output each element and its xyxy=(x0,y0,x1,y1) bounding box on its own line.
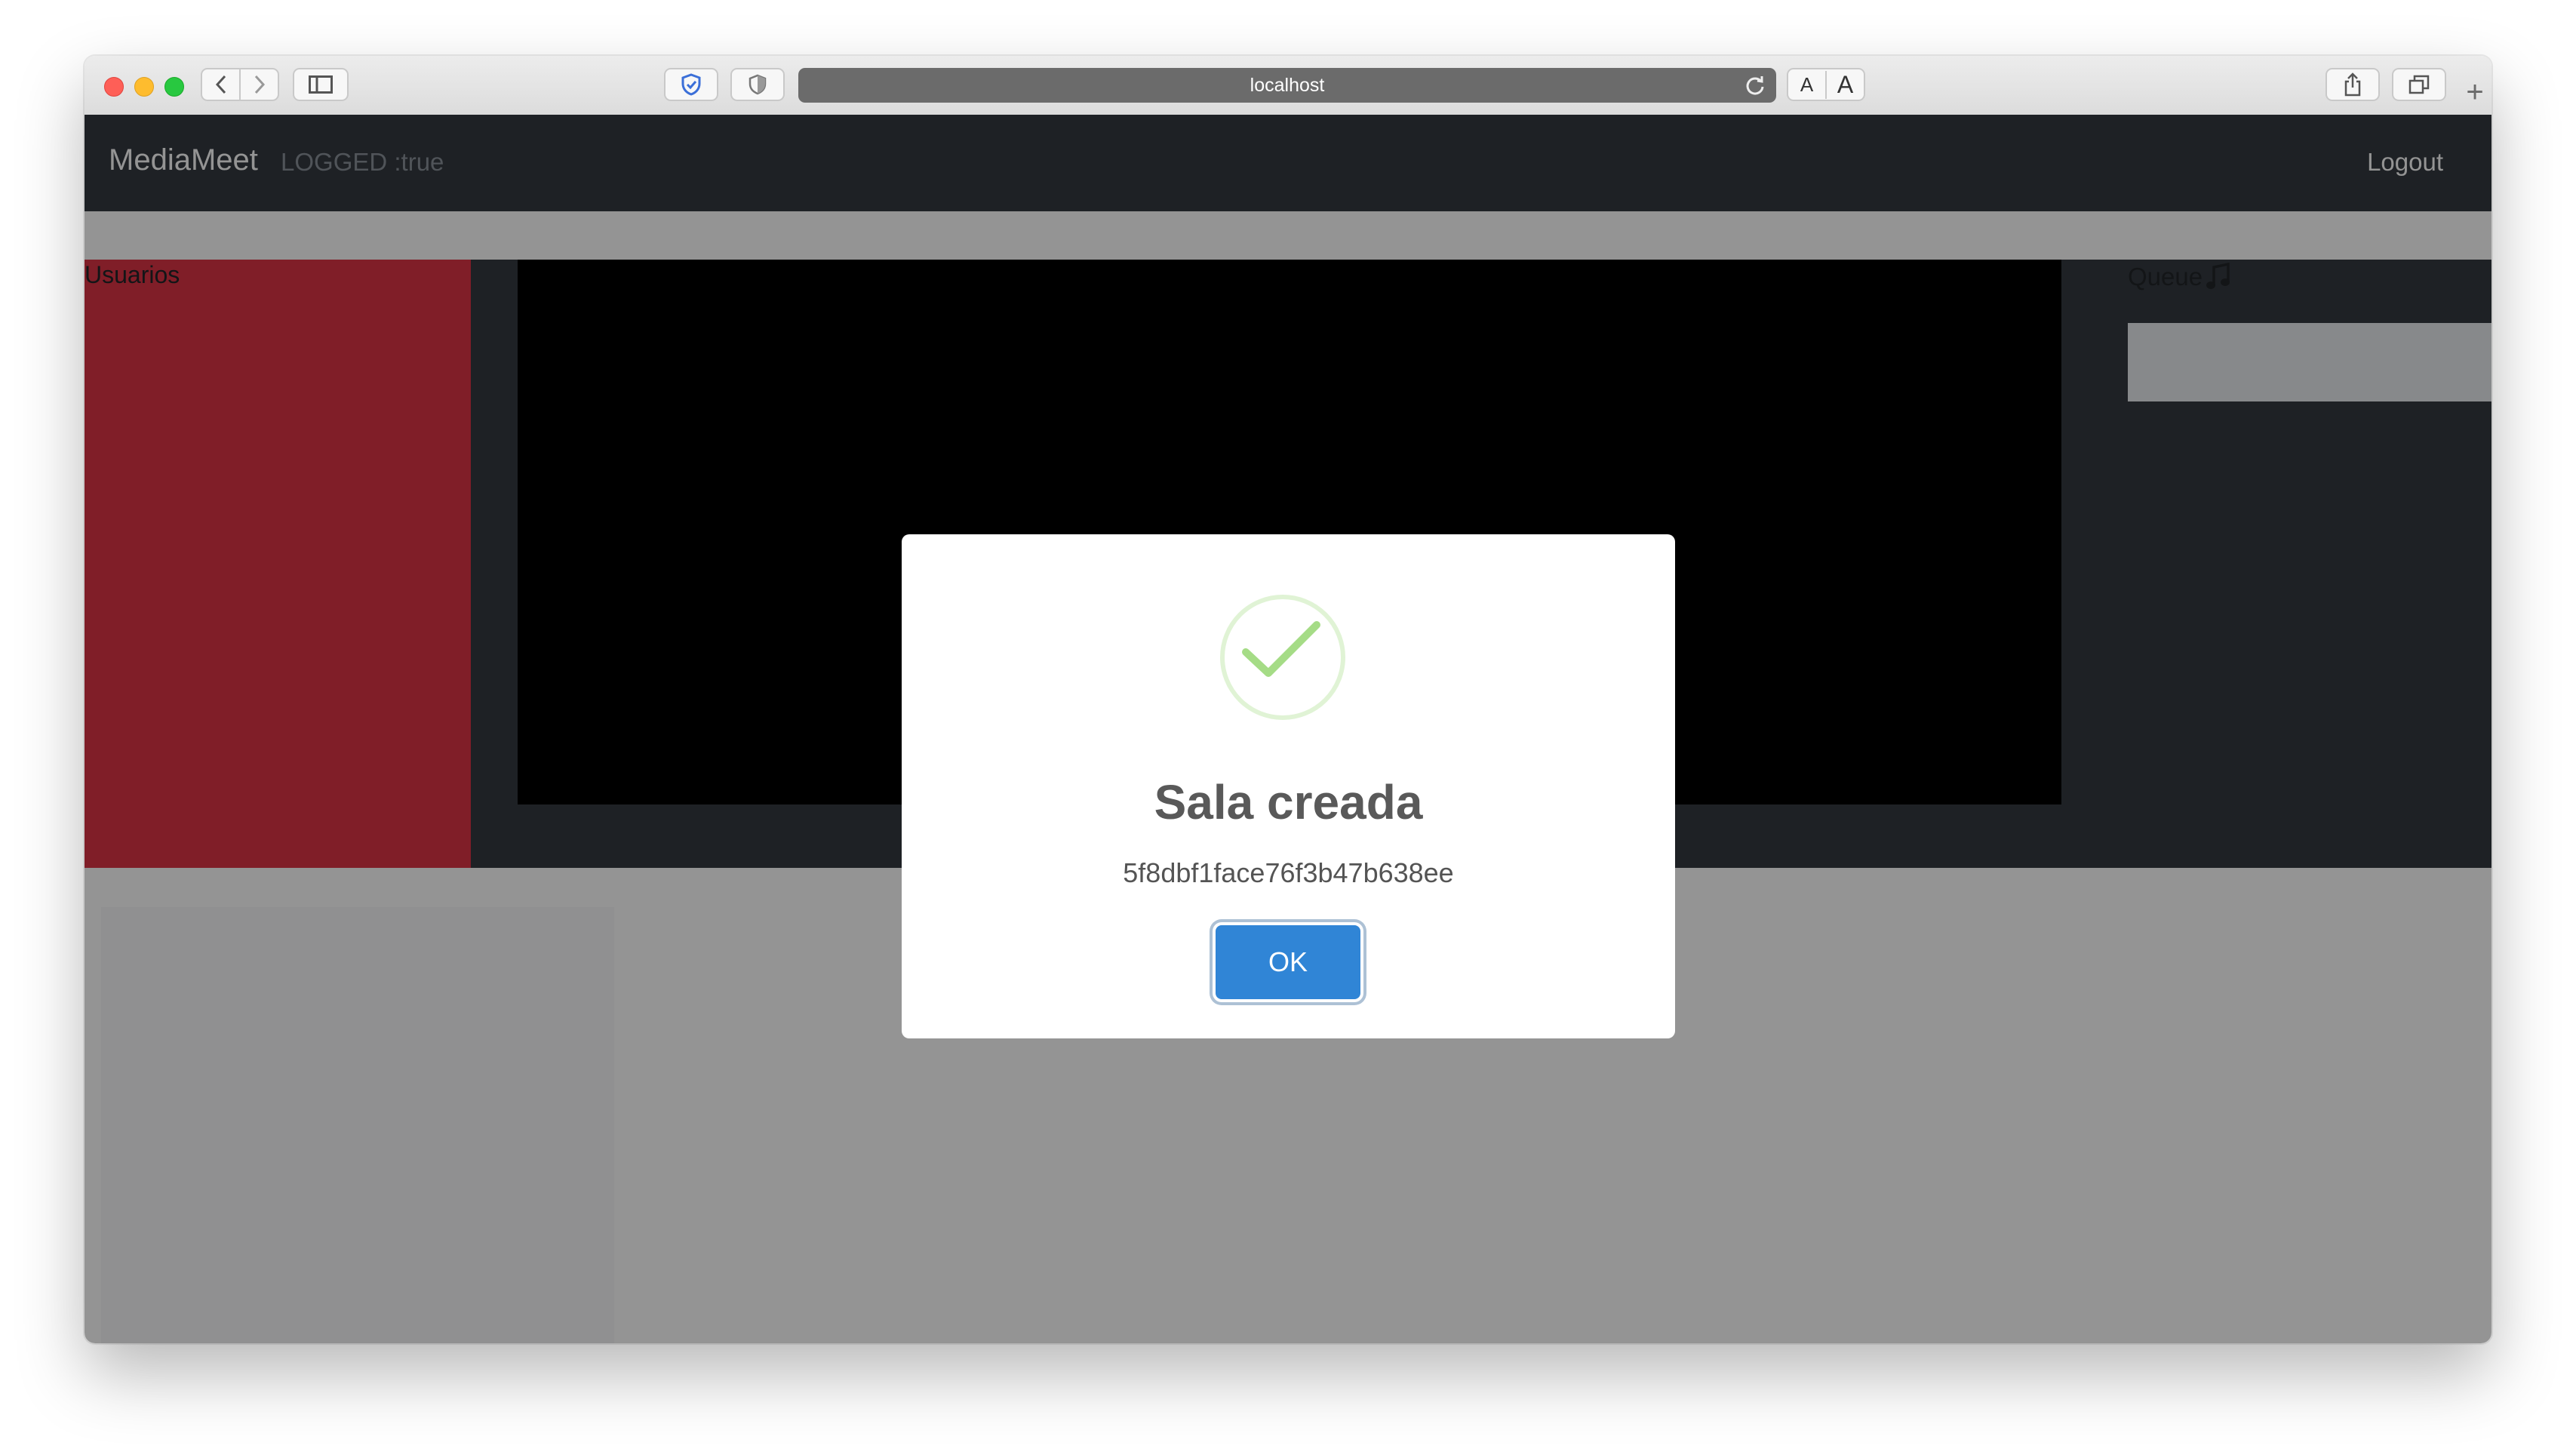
shield-check-icon xyxy=(681,73,701,96)
privacy-shield-icon xyxy=(749,74,767,95)
share-icon xyxy=(2344,72,2361,97)
minimize-window-button[interactable] xyxy=(134,77,154,97)
chevron-right-icon xyxy=(254,75,265,94)
new-tab-button[interactable]: + xyxy=(2458,69,2491,115)
forward-button[interactable] xyxy=(239,69,278,100)
sidebar-icon xyxy=(309,75,333,94)
privacy-report-button[interactable] xyxy=(730,68,785,101)
text-size-group: A A xyxy=(1787,68,1865,101)
dialog-title: Sala creada xyxy=(1154,775,1423,829)
back-button[interactable] xyxy=(202,69,239,100)
close-window-button[interactable] xyxy=(104,77,124,97)
address-bar[interactable]: localhost xyxy=(798,68,1776,103)
page-content: MediaMeet LOGGED :true Logout Usuarios Q… xyxy=(85,115,2491,1343)
text-size-smaller-button[interactable]: A xyxy=(1788,73,1825,97)
history-nav-group xyxy=(201,68,279,101)
zoom-window-button[interactable] xyxy=(164,77,184,97)
ok-button[interactable]: OK xyxy=(1216,925,1360,999)
browser-toolbar: localhost A A + xyxy=(85,56,2491,116)
text-size-larger-button[interactable]: A xyxy=(1825,70,1864,99)
url-text: localhost xyxy=(1250,74,1325,96)
reload-icon[interactable] xyxy=(1744,74,1766,97)
success-check-icon xyxy=(1220,595,1345,720)
tabs-icon xyxy=(2408,75,2430,94)
success-dialog: Sala creada 5f8dbf1face76f3b47b638ee OK xyxy=(902,534,1675,1038)
tab-overview-button[interactable] xyxy=(2392,68,2446,101)
browser-window: localhost A A + MediaMeet LOGGED :true L… xyxy=(85,56,2491,1343)
extension-button[interactable] xyxy=(664,68,718,101)
sidebar-toggle-button[interactable] xyxy=(293,68,349,101)
room-id-text: 5f8dbf1face76f3b47b638ee xyxy=(1123,857,1454,888)
share-button[interactable] xyxy=(2325,68,2380,101)
chevron-left-icon xyxy=(215,75,226,94)
